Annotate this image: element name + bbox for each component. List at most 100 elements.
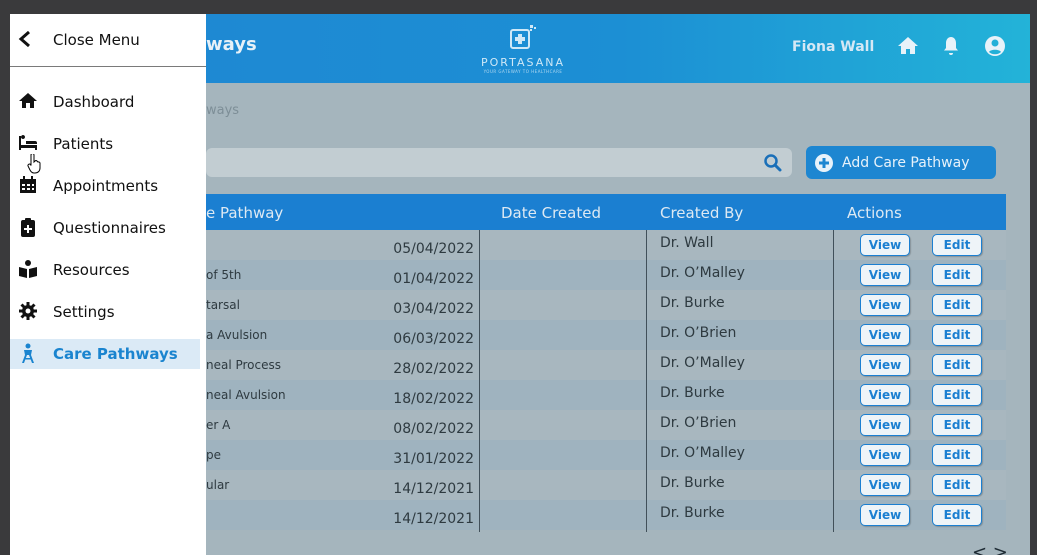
chevron-left-icon — [18, 31, 30, 47]
col-header-created-by[interactable]: Created By — [660, 204, 743, 222]
view-button[interactable]: View — [860, 354, 910, 376]
edit-button[interactable]: Edit — [932, 294, 982, 316]
account-icon[interactable] — [983, 34, 1007, 58]
date-created: 18/02/2022 — [393, 391, 474, 407]
edit-button[interactable]: Edit — [932, 234, 982, 256]
pathway-name: of 5th — [206, 268, 242, 282]
logo-tagline: YOUR GATEWAY TO HEALTHCARE — [483, 69, 563, 74]
table-row: 05/04/2022 Dr. Wall View Edit — [206, 230, 1006, 260]
column-divider — [833, 230, 834, 532]
view-button[interactable]: View — [860, 324, 910, 346]
nav-item-appointments[interactable]: Appointments — [10, 171, 200, 201]
pathway-name: ular — [206, 478, 230, 492]
date-created: 31/01/2022 — [393, 451, 474, 467]
col-header-actions: Actions — [847, 204, 902, 222]
created-by: Dr. Wall — [660, 235, 714, 251]
edit-button[interactable]: Edit — [932, 354, 982, 376]
date-created: 28/02/2022 — [393, 361, 474, 377]
edit-button[interactable]: Edit — [932, 444, 982, 466]
date-created: 08/02/2022 — [393, 421, 474, 437]
created-by: Dr. O’Malley — [660, 445, 745, 461]
created-by: Dr. Burke — [660, 505, 725, 521]
search-input[interactable] — [206, 148, 792, 177]
view-button[interactable]: View — [860, 264, 910, 286]
plus-circle-icon — [815, 153, 833, 172]
nav-label: Questionnaires — [53, 219, 166, 237]
pagination[interactable]: < > — [972, 542, 1008, 555]
created-by: Dr. O’Malley — [660, 265, 745, 281]
nav-item-resources[interactable]: Resources — [10, 255, 200, 285]
created-by: Dr. O’Brien — [660, 415, 737, 431]
edit-button[interactable]: Edit — [932, 414, 982, 436]
column-divider — [479, 230, 480, 532]
edit-button[interactable]: Edit — [932, 474, 982, 496]
edit-button[interactable]: Edit — [932, 264, 982, 286]
date-created: 14/12/2021 — [393, 481, 474, 497]
pathway-name: a Avulsion — [206, 328, 268, 342]
edit-button[interactable]: Edit — [932, 324, 982, 346]
portasana-logo[interactable]: PORTASANA YOUR GATEWAY TO HEALTHCARE — [469, 24, 577, 74]
page-title: ways — [206, 34, 257, 55]
created-by: Dr. Burke — [660, 385, 725, 401]
table-row: ular 14/12/2021 Dr. Burke View Edit — [206, 470, 1006, 500]
view-button[interactable]: View — [860, 234, 910, 256]
date-created: 14/12/2021 — [393, 511, 474, 527]
date-created: 03/04/2022 — [393, 301, 474, 317]
nav-label: Resources — [53, 261, 130, 279]
nav-item-dashboard[interactable]: Dashboard — [10, 87, 200, 117]
book-reader-icon — [19, 260, 37, 278]
column-divider — [646, 230, 647, 532]
close-menu-label: Close Menu — [53, 31, 140, 49]
nav-label: Dashboard — [53, 93, 135, 111]
user-name[interactable]: Fiona Wall — [792, 39, 874, 55]
table-header: e Pathway Date Created Created By Action… — [206, 194, 1006, 230]
nav-label: Care Pathways — [53, 345, 178, 363]
pathway-name: neal Process — [206, 358, 282, 372]
view-button[interactable]: View — [860, 294, 910, 316]
add-button-label: Add Care Pathway — [842, 154, 970, 171]
nav-item-care-pathways[interactable]: Care Pathways — [10, 339, 200, 369]
calendar-icon — [20, 176, 36, 193]
col-header-pathway[interactable]: e Pathway — [206, 204, 283, 222]
home-icon[interactable] — [896, 34, 920, 58]
view-button[interactable]: View — [860, 384, 910, 406]
nav-item-questionnaires[interactable]: Questionnaires — [10, 213, 200, 243]
date-created: 01/04/2022 — [393, 271, 474, 287]
person-pathway-icon — [22, 343, 34, 363]
edit-button[interactable]: Edit — [932, 384, 982, 406]
created-by: Dr. O’Malley — [660, 355, 745, 371]
nav-label: Settings — [53, 303, 115, 321]
table-row: a Avulsion 06/03/2022 Dr. O’Brien View Edit — [206, 320, 1006, 350]
close-menu-button[interactable]: Close Menu — [10, 14, 206, 67]
view-button[interactable]: View — [860, 414, 910, 436]
nav-label: Appointments — [53, 177, 159, 195]
view-button[interactable]: View — [860, 444, 910, 466]
date-created: 06/03/2022 — [393, 331, 474, 347]
pathway-name: tarsal — [206, 298, 240, 312]
table-row: of 5th 01/04/2022 Dr. O’Malley View Edit — [206, 260, 1006, 290]
breadcrumb[interactable]: ways — [206, 103, 239, 118]
col-header-date[interactable]: Date Created — [501, 204, 601, 222]
view-button[interactable]: View — [860, 504, 910, 526]
logo-name: PORTASANA — [481, 56, 565, 69]
search-icon[interactable] — [763, 153, 783, 173]
clipboard-plus-icon — [21, 218, 35, 237]
gear-icon — [19, 302, 37, 320]
table-row: er A 08/02/2022 Dr. O’Brien View Edit — [206, 410, 1006, 440]
date-created: 05/04/2022 — [393, 241, 474, 257]
add-care-pathway-button[interactable]: Add Care Pathway — [806, 146, 996, 179]
table-row: tarsal 03/04/2022 Dr. Burke View Edit — [206, 290, 1006, 320]
bell-icon[interactable] — [939, 34, 963, 58]
table-row: neal Avulsion 18/02/2022 Dr. Burke View Edit — [206, 380, 1006, 410]
home-icon — [19, 93, 37, 108]
created-by: Dr. O’Brien — [660, 325, 737, 341]
created-by: Dr. Burke — [660, 475, 725, 491]
view-button[interactable]: View — [860, 474, 910, 496]
table-row: neal Process 28/02/2022 Dr. O’Malley View Ed… — [206, 350, 1006, 380]
pathway-name: neal Avulsion — [206, 388, 286, 402]
pathway-name: er A — [206, 418, 231, 432]
hand-pointer-cursor-icon — [27, 154, 41, 174]
medical-plus-logo-icon — [510, 25, 536, 49]
edit-button[interactable]: Edit — [932, 504, 982, 526]
nav-item-settings[interactable]: Settings — [10, 297, 200, 327]
